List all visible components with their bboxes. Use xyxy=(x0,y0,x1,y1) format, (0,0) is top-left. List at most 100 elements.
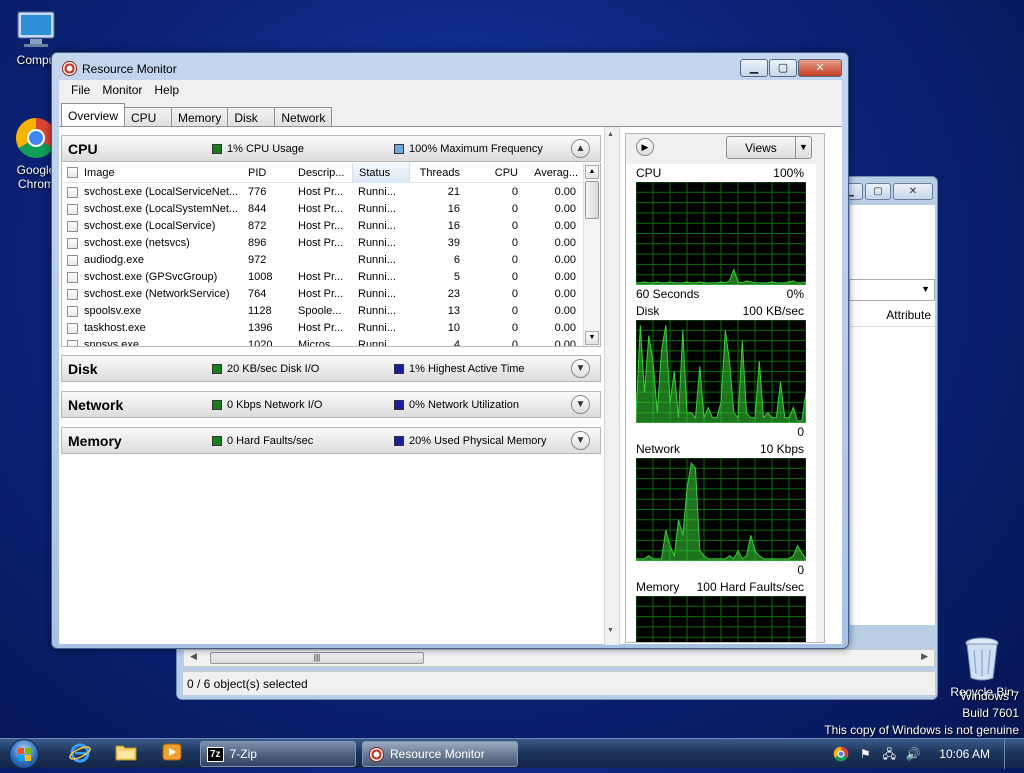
show-desktop-button[interactable] xyxy=(1004,739,1016,769)
column-header-status[interactable]: Status xyxy=(352,163,410,183)
row-checkbox[interactable] xyxy=(67,289,78,300)
taskbar-clock[interactable]: 10:06 AM xyxy=(939,747,990,761)
network-icon[interactable]: 🖧 xyxy=(881,746,897,762)
menu-help[interactable]: Help xyxy=(148,83,185,97)
cell-threads: 16 xyxy=(447,203,460,215)
column-header-pid[interactable]: PID xyxy=(248,167,292,181)
cell-threads: 10 xyxy=(447,322,460,334)
tab-cpu[interactable]: CPU xyxy=(124,107,173,127)
scroll-thumb[interactable] xyxy=(585,181,599,219)
scroll-up-icon[interactable]: ▲ xyxy=(607,131,614,138)
row-checkbox[interactable] xyxy=(67,323,78,334)
bg-scroll-thumb[interactable]: ||| xyxy=(210,652,424,664)
network-section-header[interactable]: Network 0 Kbps Network I/O 0% Network Ut… xyxy=(61,391,601,418)
pane-splitter[interactable]: ▲ ▼ xyxy=(604,127,620,645)
row-checkbox[interactable] xyxy=(67,306,78,317)
close-button[interactable]: ✕ xyxy=(798,59,842,77)
scroll-down-icon[interactable]: ▼ xyxy=(607,627,614,634)
tab-memory[interactable]: Memory xyxy=(171,107,229,127)
explorer-taskbar-button[interactable] xyxy=(108,742,144,766)
disk-section-title: Disk xyxy=(68,360,98,377)
cell-pid: 844 xyxy=(248,203,267,215)
table-row[interactable]: spoolsv.exe 1128 Spoole... Runni... 13 0 0.00 xyxy=(62,303,584,320)
row-checkbox[interactable] xyxy=(67,238,78,249)
views-button[interactable]: Views ▼ xyxy=(726,136,812,159)
cell-pid: 1128 xyxy=(248,305,272,317)
select-all-checkbox[interactable] xyxy=(67,167,78,178)
bg-close-button[interactable]: ✕ xyxy=(893,183,933,200)
cell-status: Runni... xyxy=(358,186,396,198)
maximize-button[interactable]: ▢ xyxy=(769,59,797,77)
tab-disk[interactable]: Disk xyxy=(227,107,276,127)
disk-graph-title: Disk xyxy=(636,304,660,318)
table-row[interactable]: snpsys.exe 1020 Micros... Runni... 4 0 0.00 xyxy=(62,337,584,346)
cell-cpu: 0 xyxy=(511,271,518,283)
column-header-average[interactable]: Averag... xyxy=(528,167,578,181)
taskbar-task-resource-monitor[interactable]: Resource Monitor xyxy=(362,741,518,767)
scroll-right-icon[interactable]: ▶ xyxy=(921,651,928,662)
bg-horizontal-scrollbar[interactable]: ◀ ||| ▶ xyxy=(183,649,935,667)
chevron-down-icon[interactable]: ▼ xyxy=(571,431,590,450)
row-checkbox[interactable] xyxy=(67,272,78,283)
cpu-section-header[interactable]: CPU 1% CPU Usage 100% Maximum Frequency … xyxy=(61,135,601,162)
folder-icon xyxy=(115,745,137,761)
minimize-button[interactable]: ▁ xyxy=(740,59,768,77)
resource-monitor-window[interactable]: Resource Monitor ▁ ▢ ✕ File Monitor Help… xyxy=(51,52,849,649)
bg-maximize-button[interactable]: ▢ xyxy=(865,183,891,200)
disk-active-time-indicator: 1% Highest Active Time xyxy=(394,363,525,375)
disk-section-header[interactable]: Disk 20 KB/sec Disk I/O 1% Highest Activ… xyxy=(61,355,601,382)
table-row[interactable]: svchost.exe (netsvcs) 896 Host Pr... Runni.… xyxy=(62,235,584,252)
scroll-up-icon[interactable]: ▲ xyxy=(585,165,599,179)
legend-swatch xyxy=(394,399,404,410)
cell-cpu: 0 xyxy=(511,237,518,249)
menu-bar: File Monitor Help xyxy=(59,80,842,100)
cell-image: taskhost.exe xyxy=(84,322,146,334)
row-checkbox[interactable] xyxy=(67,255,78,266)
column-header-threads[interactable]: Threads xyxy=(412,167,460,181)
cpu-graph xyxy=(636,182,806,285)
chrome-tray-icon[interactable] xyxy=(833,746,849,762)
legend-swatch xyxy=(394,435,404,446)
cpu-graph-title: CPU xyxy=(636,166,662,180)
bg-column-header-attribute[interactable]: Attribute xyxy=(849,305,935,327)
row-checkbox[interactable] xyxy=(67,221,78,232)
media-player-taskbar-button[interactable] xyxy=(154,742,190,766)
menu-file[interactable]: File xyxy=(65,83,96,97)
volume-icon[interactable]: 🔊 xyxy=(905,746,921,762)
chevron-right-icon[interactable]: ▶ xyxy=(636,138,654,156)
table-row[interactable]: svchost.exe (LocalServiceNet... 776 Host P… xyxy=(62,184,584,201)
tab-overview[interactable]: Overview xyxy=(61,103,126,127)
column-header-image[interactable]: Image xyxy=(84,167,234,181)
window-title-bar[interactable]: Resource Monitor xyxy=(62,61,177,76)
table-row[interactable]: svchost.exe (LocalService) 872 Host Pr... R… xyxy=(62,218,584,235)
table-row[interactable]: svchost.exe (GPSvcGroup) 1008 Host Pr... Ru… xyxy=(62,269,584,286)
row-checkbox[interactable] xyxy=(67,340,78,346)
cpu-table-scrollbar[interactable]: ▲ ▼ xyxy=(583,163,600,346)
chevron-down-icon[interactable]: ▼ xyxy=(795,137,811,158)
chevron-down-icon[interactable]: ▼ xyxy=(571,359,590,378)
menu-monitor[interactable]: Monitor xyxy=(96,83,148,97)
scroll-left-icon[interactable]: ◀ xyxy=(190,651,197,662)
network-graph-plot xyxy=(636,458,806,561)
chevron-down-icon[interactable]: ▼ xyxy=(571,395,590,414)
table-row[interactable]: svchost.exe (LocalSystemNet... 844 Host Pr… xyxy=(62,201,584,218)
internet-explorer-taskbar-button[interactable] xyxy=(62,742,98,766)
scroll-down-icon[interactable]: ▼ xyxy=(585,331,599,345)
table-row[interactable]: taskhost.exe 1396 Host Pr... Runni... 10 0 0.0… xyxy=(62,320,584,337)
row-checkbox[interactable] xyxy=(67,187,78,198)
tab-network[interactable]: Network xyxy=(274,107,333,127)
action-center-flag-icon[interactable]: ⚑ xyxy=(857,746,873,762)
chevron-up-icon[interactable]: ▲ xyxy=(571,139,590,158)
table-row[interactable]: svchost.exe (NetworkService) 764 Host Pr..… xyxy=(62,286,584,303)
column-header-description[interactable]: Descrip... xyxy=(298,167,352,181)
max-frequency-indicator: 100% Maximum Frequency xyxy=(394,143,543,155)
row-checkbox[interactable] xyxy=(67,204,78,215)
bg-combo-box[interactable]: ▼ xyxy=(849,279,935,301)
memory-section-header[interactable]: Memory 0 Hard Faults/sec 20% Used Physic… xyxy=(61,427,601,454)
start-button[interactable] xyxy=(6,739,44,769)
system-tray: ⚑ 🖧 🔊 10:06 AM xyxy=(833,739,1016,769)
column-header-cpu[interactable]: CPU xyxy=(472,167,518,181)
cell-avg: 0.00 xyxy=(554,271,576,283)
table-row[interactable]: audiodg.exe 972 Runni... 6 0 0.00 xyxy=(62,252,584,269)
taskbar-task-7zip[interactable]: 7z 7-Zip xyxy=(200,741,356,767)
